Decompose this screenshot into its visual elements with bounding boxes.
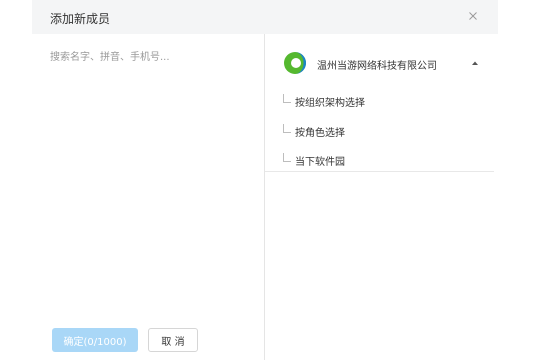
tree-branch-line — [283, 94, 291, 103]
tree-branch-line — [283, 124, 291, 133]
search-input[interactable] — [50, 49, 250, 65]
organization-pane: 温州当游网络科技有限公司 按组织架构选择 按角色选择 当下软件园 — [265, 34, 498, 360]
tree-item-label: 按角色选择 — [295, 128, 345, 139]
tree-branch-line — [283, 153, 291, 162]
confirm-button[interactable]: 确定(0/1000) — [52, 328, 138, 352]
close-button[interactable] — [464, 7, 482, 25]
tree-item-software-park[interactable]: 当下软件园 — [265, 151, 498, 173]
dialog-header: 添加新成员 — [32, 0, 498, 34]
caret-up-icon[interactable] — [471, 60, 479, 66]
tree-item-by-role[interactable]: 按角色选择 — [265, 122, 498, 144]
tree-item-label: 当下软件园 — [295, 157, 345, 168]
tree-bottom-divider — [265, 171, 494, 172]
member-search-pane — [32, 34, 264, 360]
add-member-dialog: 添加新成员 确定(0/1000) 取 消 温州当游网络科技有限公司 — [32, 0, 498, 360]
company-logo-icon — [284, 52, 306, 74]
organization-name: 温州当游网络科技有限公司 — [317, 61, 437, 72]
tree-item-label: 按组织架构选择 — [295, 98, 365, 109]
organization-row[interactable]: 温州当游网络科技有限公司 — [265, 46, 498, 80]
cancel-button[interactable]: 取 消 — [148, 328, 198, 352]
close-icon — [469, 12, 477, 20]
dialog-title: 添加新成员 — [50, 12, 111, 26]
tree-item-by-org-structure[interactable]: 按组织架构选择 — [265, 92, 498, 114]
